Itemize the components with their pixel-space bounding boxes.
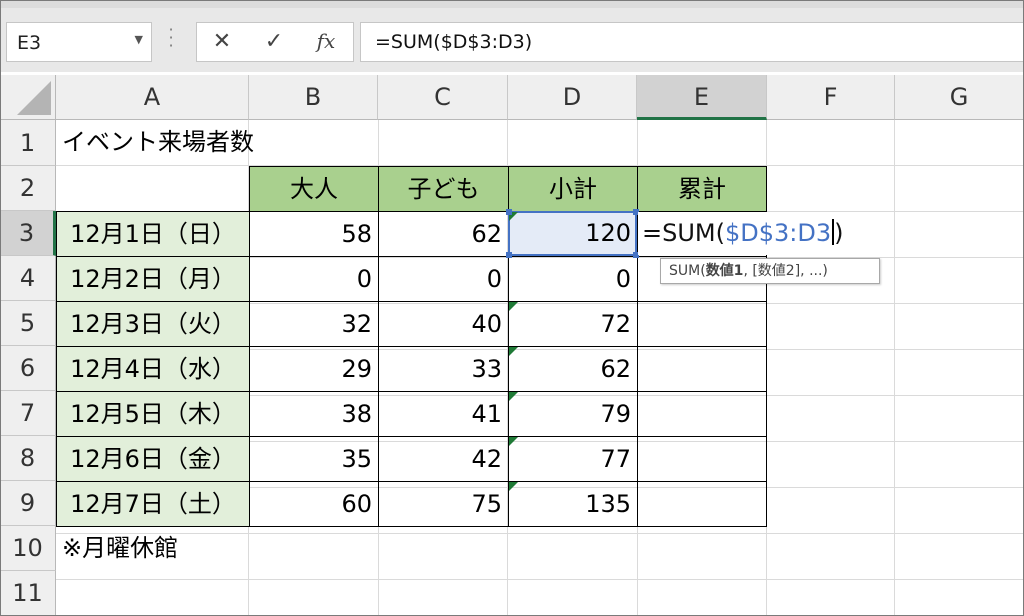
- window-frame: [0, 0, 1024, 616]
